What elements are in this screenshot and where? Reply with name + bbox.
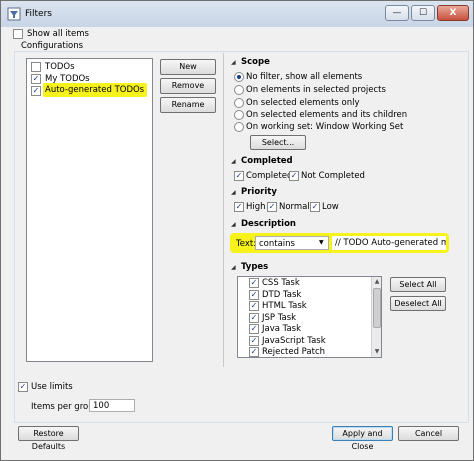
new-button[interactable]: New [160,59,216,75]
config-checkbox-my-todos[interactable]: ✓ [31,74,41,84]
config-checkbox-auto-generated[interactable]: ✓ [31,86,41,96]
scroll-up-icon[interactable]: ▲ [372,277,381,287]
configurations-list[interactable]: TODOs ✓ My TODOs ✓ Auto-generated TODOs [26,58,153,362]
chevron-down-icon: ▼ [319,239,324,246]
type-item-java[interactable]: Java Task [262,324,301,334]
completed-collapse-icon[interactable]: ◢ [231,158,236,165]
type-checkbox-javascript[interactable]: ✓ [249,336,259,346]
types-scrollbar[interactable]: ▲ ▼ [371,277,381,357]
use-limits-checkbox[interactable]: ✓ [18,382,28,392]
scope-option-selected-projects[interactable]: On elements in selected projects [246,85,386,95]
splitter[interactable] [223,53,224,367]
configurations-label: Configurations [21,41,84,51]
types-collapse-icon[interactable]: ◢ [231,264,236,271]
normal-priority-checkbox[interactable]: ✓ [267,202,277,212]
show-all-items-label: Show all items [27,29,89,39]
cancel-button[interactable]: Cancel [398,426,459,441]
description-header: Description [241,219,296,229]
scope-radio-selected-only[interactable] [234,98,244,108]
items-per-group-value: 100 [93,401,110,411]
type-checkbox-java[interactable]: ✓ [249,324,259,334]
description-operator-select[interactable]: contains ▼ [255,236,329,250]
config-item-todos[interactable]: TODOs [45,62,75,72]
description-collapse-icon[interactable]: ◢ [231,221,236,228]
priority-collapse-icon[interactable]: ◢ [231,189,236,196]
not-completed-option[interactable]: Not Completed [301,171,365,181]
type-item-html[interactable]: HTML Task [262,301,307,311]
remove-button[interactable]: Remove [160,78,216,94]
type-checkbox-rejected-patch[interactable]: ✓ [249,347,259,357]
window-title: Filters [25,9,52,19]
low-priority-checkbox[interactable]: ✓ [310,202,320,212]
type-checkbox-jsp[interactable]: ✓ [249,313,259,323]
scope-collapse-icon[interactable]: ◢ [231,59,236,66]
type-checkbox-dtd[interactable]: ✓ [249,290,259,300]
normal-priority-option[interactable]: Normal [279,202,310,212]
scope-radio-selected-projects[interactable] [234,85,244,95]
deselect-all-button[interactable]: Deselect All [390,296,446,311]
types-list[interactable]: ✓ CSS Task ✓ DTD Task ✓ HTML Task ✓ JSP … [237,276,382,358]
scope-option-selected-only[interactable]: On selected elements only [246,98,360,108]
description-text-label: Text: [236,239,257,249]
scope-option-selected-children[interactable]: On selected elements and its children [246,110,407,120]
rename-button[interactable]: Rename [160,97,216,113]
type-item-jsp[interactable]: JSP Task [262,313,296,323]
description-text-input[interactable]: // TODO Auto-generated metho [332,236,446,250]
types-scroll-thumb[interactable] [373,288,381,328]
config-checkbox-todos[interactable] [31,62,41,72]
completed-checkbox[interactable]: ✓ [234,171,244,181]
maximize-button[interactable]: ☐ [411,5,435,21]
type-checkbox-html[interactable]: ✓ [249,301,259,311]
high-priority-option[interactable]: High [246,202,266,212]
select-all-button[interactable]: Select All [390,277,446,292]
type-item-javascript[interactable]: JavaScript Task [262,336,326,346]
apply-and-close-button[interactable]: Apply and Close [332,426,393,451]
config-item-auto-generated[interactable]: Auto-generated TODOs [43,83,148,97]
type-item-css[interactable]: CSS Task [262,278,300,288]
restore-defaults-button[interactable]: Restore Defaults [18,426,79,451]
close-button[interactable]: X [437,5,469,21]
title-bar[interactable]: Filters — ☐ X [1,1,473,27]
priority-header: Priority [241,187,277,197]
scroll-down-icon[interactable]: ▼ [372,347,381,357]
items-per-group-input[interactable]: 100 [89,399,135,412]
low-priority-option[interactable]: Low [322,202,339,212]
type-item-rejected-patch[interactable]: Rejected Patch [262,347,325,357]
minimize-button[interactable]: — [385,5,409,21]
scope-header: Scope [241,57,270,67]
type-item-dtd[interactable]: DTD Task [262,290,301,300]
scope-radio-no-filter[interactable] [234,72,244,82]
completed-option[interactable]: Completed [246,171,292,181]
scope-option-working-set[interactable]: On working set: Window Working Set [246,122,403,132]
use-limits-label: Use limits [31,382,73,392]
filter-app-icon [7,7,21,21]
type-checkbox-css[interactable]: ✓ [249,278,259,288]
scope-option-no-filter[interactable]: No filter, show all elements [246,72,362,82]
not-completed-checkbox[interactable]: ✓ [289,171,299,181]
scope-radio-selected-children[interactable] [234,110,244,120]
types-header: Types [241,262,269,272]
select-working-set-button[interactable]: Select... [250,135,306,150]
description-operator-value: contains [259,239,295,249]
description-text-value: // TODO Auto-generated metho [335,238,446,248]
scope-radio-working-set[interactable] [234,122,244,132]
completed-header: Completed [241,156,293,166]
high-priority-checkbox[interactable]: ✓ [234,202,244,212]
filters-dialog: Filters — ☐ X Show all items Configurati… [0,0,474,461]
show-all-items-checkbox[interactable] [13,29,23,39]
